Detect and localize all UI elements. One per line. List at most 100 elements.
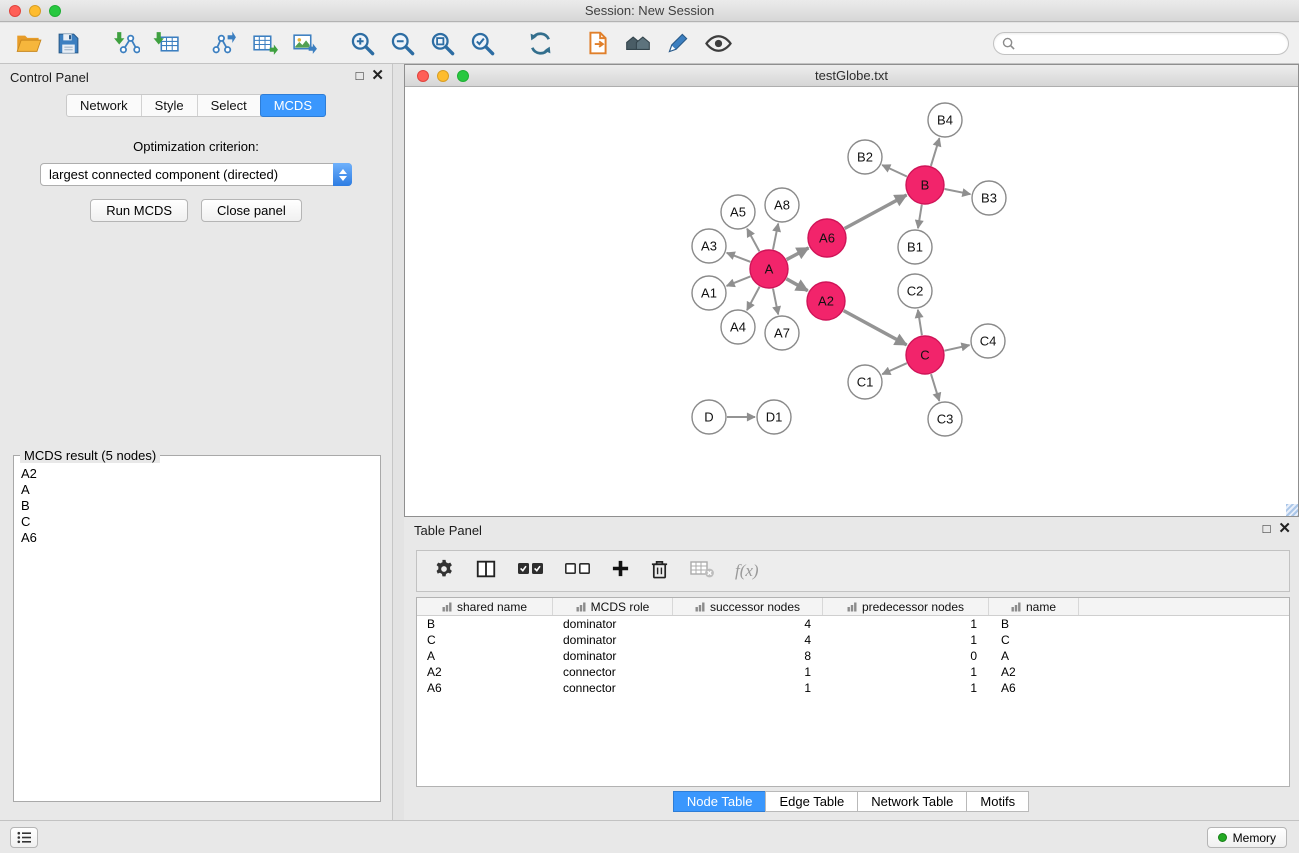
apply-layout-icon[interactable]	[520, 26, 560, 60]
table-cell[interactable]: 1	[823, 680, 989, 696]
edge-C-C3[interactable]	[931, 374, 939, 401]
search-input[interactable]	[1020, 37, 1280, 51]
table-cell[interactable]: A2	[417, 664, 553, 680]
table-cell[interactable]: A6	[417, 680, 553, 696]
node-B[interactable]: B	[906, 166, 944, 204]
import-table-icon[interactable]	[146, 26, 186, 60]
open-file-icon[interactable]	[8, 26, 48, 60]
table-row[interactable]: Bdominator41B	[417, 616, 1289, 632]
edge-A-A3[interactable]	[727, 253, 751, 262]
table-cell[interactable]: A	[989, 648, 1079, 664]
edge-A2-C[interactable]	[844, 311, 907, 345]
table-row[interactable]: Adominator80A	[417, 648, 1289, 664]
export-network-icon[interactable]	[204, 26, 244, 60]
table-cell[interactable]: 1	[823, 664, 989, 680]
tab-mcds[interactable]: MCDS	[260, 94, 326, 117]
optimization-criterion-dropdown[interactable]: largest connected component (directed)	[40, 163, 352, 186]
table-row[interactable]: A6connector11A6	[417, 680, 1289, 696]
node-C3[interactable]: C3	[928, 402, 962, 436]
table-cell[interactable]: 1	[823, 616, 989, 632]
node-C1[interactable]: C1	[848, 365, 882, 399]
edge-A-A5[interactable]	[747, 229, 759, 252]
mcds-result-list[interactable]: A2ABCA6	[16, 466, 378, 799]
save-session-icon[interactable]	[48, 26, 88, 60]
edge-A-A1[interactable]	[727, 276, 751, 286]
edge-B-B4[interactable]	[931, 138, 940, 166]
function-builder-icon[interactable]: f(x)	[735, 561, 759, 581]
home-icon[interactable]	[618, 26, 658, 60]
resize-grip[interactable]	[1286, 504, 1298, 516]
node-D[interactable]: D	[692, 400, 726, 434]
table-cell[interactable]: 8	[673, 648, 823, 664]
table-row[interactable]: Cdominator41C	[417, 632, 1289, 648]
delete-table-icon[interactable]	[689, 559, 715, 584]
annotation-pen-icon[interactable]	[658, 26, 698, 60]
edge-A-A8[interactable]	[773, 224, 778, 250]
panel-selector-button[interactable]	[10, 827, 38, 848]
delete-row-icon[interactable]	[650, 558, 669, 585]
node-A8[interactable]: A8	[765, 188, 799, 222]
table-cell[interactable]: connector	[553, 680, 673, 696]
node-A2[interactable]: A2	[807, 282, 845, 320]
result-item[interactable]: A	[16, 482, 378, 498]
table-cell[interactable]: A2	[989, 664, 1079, 680]
close-panel-button[interactable]: Close panel	[201, 199, 302, 222]
edge-A-A4[interactable]	[747, 287, 760, 311]
dropdown-stepper-icon[interactable]	[333, 163, 352, 186]
node-D1[interactable]: D1	[757, 400, 791, 434]
show-graphics-details-icon[interactable]	[698, 26, 738, 60]
tab-edge-table[interactable]: Edge Table	[765, 791, 858, 812]
tab-network-table[interactable]: Network Table	[857, 791, 967, 812]
node-B2[interactable]: B2	[848, 140, 882, 174]
edge-A6-B[interactable]	[845, 195, 907, 229]
node-A5[interactable]: A5	[721, 195, 755, 229]
edge-B-B2[interactable]	[882, 165, 907, 177]
zoom-in-icon[interactable]	[342, 26, 382, 60]
gear-icon[interactable]	[433, 558, 455, 585]
table-cell[interactable]: 1	[673, 664, 823, 680]
node-A6[interactable]: A6	[808, 219, 846, 257]
export-image-icon[interactable]	[284, 26, 324, 60]
node-A1[interactable]: A1	[692, 276, 726, 310]
table-cell[interactable]: C	[989, 632, 1079, 648]
table-row[interactable]: A2connector11A2	[417, 664, 1289, 680]
node-A4[interactable]: A4	[721, 310, 755, 344]
table-cell[interactable]: B	[989, 616, 1079, 632]
node-C2[interactable]: C2	[898, 274, 932, 308]
node-C[interactable]: C	[906, 336, 944, 374]
column-header[interactable]: successor nodes	[673, 598, 823, 615]
table-cell[interactable]: B	[417, 616, 553, 632]
result-item[interactable]: B	[16, 498, 378, 514]
tab-select[interactable]: Select	[198, 95, 261, 116]
edge-A-A7[interactable]	[773, 289, 778, 315]
edge-A-A2[interactable]	[786, 279, 807, 291]
column-header[interactable]: predecessor nodes	[823, 598, 989, 615]
result-item[interactable]: C	[16, 514, 378, 530]
node-C4[interactable]: C4	[971, 324, 1005, 358]
table-cell[interactable]: C	[417, 632, 553, 648]
edge-B-B3[interactable]	[945, 189, 971, 194]
table-cell[interactable]: dominator	[553, 632, 673, 648]
tab-network[interactable]: Network	[67, 95, 142, 116]
node-A[interactable]: A	[750, 250, 788, 288]
table-cell[interactable]: 1	[673, 680, 823, 696]
column-header[interactable]: name	[989, 598, 1079, 615]
zoom-selected-icon[interactable]	[462, 26, 502, 60]
unselect-all-columns-icon[interactable]	[564, 560, 591, 583]
table-cell[interactable]: 0	[823, 648, 989, 664]
table-cell[interactable]: 4	[673, 632, 823, 648]
edge-B-B1[interactable]	[918, 205, 922, 229]
zoom-out-icon[interactable]	[382, 26, 422, 60]
split-columns-icon[interactable]	[475, 558, 497, 585]
float-panel-icon[interactable]: □	[356, 68, 364, 84]
tab-node-table[interactable]: Node Table	[673, 791, 767, 812]
edge-C-C2[interactable]	[918, 310, 922, 335]
column-header[interactable]: shared name	[417, 598, 553, 615]
add-row-icon[interactable]	[611, 559, 630, 583]
result-item[interactable]: A2	[16, 466, 378, 482]
close-panel-icon[interactable]: ✕	[371, 68, 384, 84]
run-mcds-button[interactable]: Run MCDS	[90, 199, 188, 222]
node-B4[interactable]: B4	[928, 103, 962, 137]
table-cell[interactable]: dominator	[553, 616, 673, 632]
edge-A-A6[interactable]	[787, 248, 809, 260]
